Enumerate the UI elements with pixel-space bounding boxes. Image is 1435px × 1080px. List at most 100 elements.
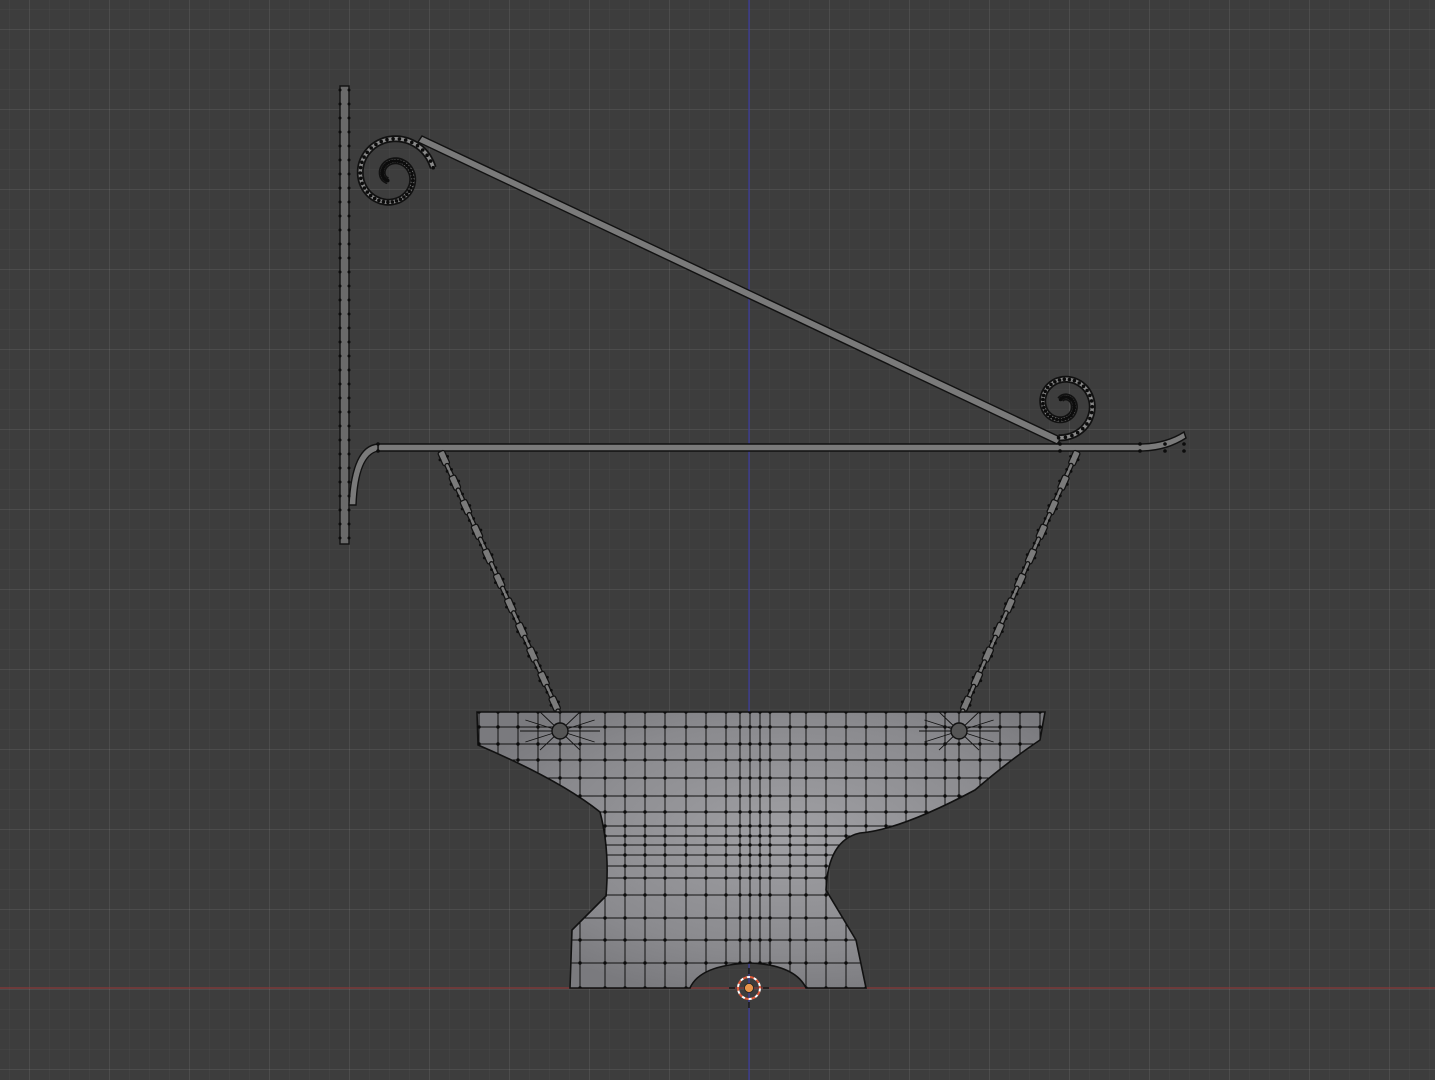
mesh-vertex — [578, 834, 582, 838]
mesh-vertex — [347, 116, 351, 120]
mesh-vertex — [844, 758, 848, 762]
mesh-vertex — [864, 853, 868, 857]
anvil-sign-mesh[interactable] — [470, 700, 1050, 995]
mesh-vertex — [534, 666, 538, 670]
mesh-vertex — [924, 843, 928, 847]
mesh-vertex — [338, 424, 342, 428]
mesh-vertex — [768, 843, 772, 847]
mesh-vertex — [338, 186, 342, 190]
anvil-body[interactable] — [476, 711, 1046, 989]
mesh-vertex — [369, 146, 374, 150]
mesh-vertex — [477, 916, 481, 920]
mesh-vertex — [623, 938, 627, 942]
mesh-vertex — [578, 876, 582, 880]
mesh-vertex — [884, 843, 888, 847]
mesh-vertex — [979, 679, 983, 683]
mesh-vertex — [1070, 433, 1074, 438]
mesh-vertex — [512, 602, 516, 606]
wall-plate[interactable] — [339, 85, 350, 545]
mesh-vertex — [536, 853, 540, 857]
mesh-vertex — [758, 794, 762, 798]
mesh-vertex — [724, 893, 728, 897]
mesh-vertex — [446, 455, 449, 458]
mesh-vertex — [347, 284, 351, 288]
mesh-vertex — [788, 893, 792, 897]
mesh-vertex — [864, 725, 868, 729]
mesh-vertex — [788, 758, 792, 762]
mesh-vertex — [394, 199, 399, 203]
mesh-vertex — [844, 938, 848, 942]
mesh-vertex — [684, 824, 688, 828]
mesh-vertex — [704, 834, 708, 838]
mesh-vertex — [971, 676, 975, 679]
mesh-vertex — [347, 130, 351, 134]
mesh-vertex — [347, 522, 351, 526]
mesh-vertex — [943, 961, 947, 965]
mesh-vertex — [558, 893, 562, 897]
mesh-vertex — [536, 864, 540, 868]
mesh-vertex — [1038, 725, 1042, 729]
mesh-vertex — [578, 893, 582, 897]
mesh-vertex — [724, 843, 728, 847]
mesh-vertex — [904, 712, 908, 714]
mesh-vertex — [477, 776, 481, 780]
mesh-vertex — [663, 794, 667, 798]
mesh-vertex — [884, 810, 888, 814]
mesh-vertex — [1053, 380, 1057, 384]
mesh-vertex — [623, 864, 627, 868]
mesh-vertex — [804, 776, 808, 780]
mesh-vertex — [972, 690, 976, 694]
3d-cursor-icon[interactable] — [729, 968, 769, 1008]
bracket-diagonal-brace[interactable] — [416, 135, 1064, 445]
mesh-vertex — [410, 175, 415, 179]
mesh-vertex — [643, 824, 647, 828]
mesh-vertex — [1138, 449, 1142, 453]
chain-hook-right[interactable] — [950, 722, 968, 740]
mesh-vertex — [724, 794, 728, 798]
mesh-vertex — [479, 543, 482, 547]
3d-viewport[interactable] — [0, 0, 1435, 1080]
mesh-vertex — [824, 758, 828, 762]
mesh-vertex — [1041, 401, 1045, 406]
mesh-vertex — [1085, 388, 1089, 393]
mesh-vertex — [1038, 916, 1042, 920]
mesh-vertex — [496, 758, 500, 762]
wall-bracket-mesh[interactable] — [338, 85, 1187, 545]
mesh-vertex — [1038, 834, 1042, 838]
mesh-vertex — [450, 468, 453, 471]
mesh-vertex — [623, 725, 627, 729]
mesh-vertex — [989, 639, 993, 643]
mesh-vertex — [1182, 449, 1186, 453]
mesh-vertex — [748, 742, 752, 746]
mesh-vertex — [748, 810, 752, 814]
chain-hook-left[interactable] — [551, 722, 569, 740]
mesh-vertex — [516, 834, 520, 838]
mesh-vertex — [410, 182, 415, 186]
mesh-vertex — [943, 864, 947, 868]
mesh-vertex — [578, 725, 582, 729]
mesh-vertex — [1069, 455, 1072, 458]
mesh-vertex — [704, 864, 708, 868]
mesh-vertex — [864, 742, 868, 746]
mesh-vertex — [957, 824, 961, 828]
viewport-scene[interactable] — [0, 0, 1435, 1080]
mesh-vertex — [804, 794, 808, 798]
mesh-vertex — [643, 916, 647, 920]
mesh-vertex — [338, 228, 342, 232]
mesh-vertex — [338, 200, 342, 204]
mesh-vertex — [1038, 938, 1042, 942]
mesh-vertex — [415, 143, 420, 148]
chain-right-mesh[interactable] — [955, 449, 1081, 724]
mesh-vertex — [864, 916, 868, 920]
mesh-vertex — [1076, 458, 1080, 462]
mesh-vertex — [578, 742, 582, 746]
mesh-vertex — [844, 725, 848, 729]
mesh-vertex — [477, 893, 481, 897]
mesh-vertex — [338, 102, 342, 106]
mesh-vertex — [1018, 824, 1022, 828]
mesh-vertex — [558, 916, 562, 920]
bracket-lower-curve[interactable] — [348, 443, 379, 506]
mesh-vertex — [943, 810, 947, 814]
mesh-vertex — [957, 916, 961, 920]
chain-left-mesh[interactable] — [437, 449, 566, 724]
